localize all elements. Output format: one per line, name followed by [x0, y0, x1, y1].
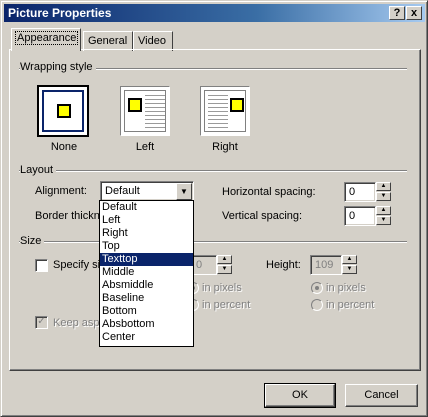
close-button[interactable]: x	[406, 6, 422, 20]
horizontal-spin-down[interactable]: ▼	[376, 192, 391, 201]
wrap-right-label[interactable]: Right	[200, 141, 250, 153]
keep-aspect-label: Keep aspe	[53, 317, 106, 329]
vertical-spacing-input[interactable]: 0	[344, 206, 376, 226]
wrap-left-preview	[124, 90, 166, 132]
border-thickness-label: Border thickne	[35, 210, 106, 222]
alignment-value: Default	[105, 185, 140, 197]
tab-general-label: General	[88, 35, 128, 47]
width-percent-label: in percent	[202, 299, 251, 311]
alignment-option-middle[interactable]: Middle	[100, 266, 193, 279]
height-spin-up[interactable]: ▲	[342, 255, 357, 264]
arrow-up-icon: ▲	[380, 183, 387, 189]
alignment-option-bottom[interactable]: Bottom	[100, 305, 193, 318]
vertical-spacing-label: Vertical spacing:	[222, 210, 303, 222]
picture-icon	[230, 98, 244, 112]
alignment-option-default[interactable]: Default	[100, 201, 193, 214]
horizontal-spin-up[interactable]: ▲	[376, 182, 391, 191]
width-pixels-label: in pixels	[202, 282, 242, 294]
arrow-down-icon: ▼	[380, 193, 387, 199]
layout-group-label: Layout	[20, 164, 57, 176]
keep-aspect-checkbox[interactable]: ✓	[35, 316, 48, 329]
ok-button[interactable]: OK	[264, 383, 336, 408]
wrap-left-label[interactable]: Left	[120, 141, 170, 153]
alignment-option-absmiddle[interactable]: Absmiddle	[100, 279, 193, 292]
width-spin-down[interactable]: ▼	[217, 265, 232, 274]
wrap-right-option[interactable]	[200, 86, 250, 136]
specify-size-checkbox[interactable]	[35, 259, 48, 272]
specify-size-label: Specify siz	[53, 259, 106, 271]
horizontal-spacing-label: Horizontal spacing:	[222, 186, 316, 198]
tab-appearance-label: Appearance	[14, 31, 79, 45]
size-divider	[19, 241, 407, 243]
width-spin-up[interactable]: ▲	[217, 255, 232, 264]
alignment-option-left[interactable]: Left	[100, 214, 193, 227]
vertical-spin-down[interactable]: ▼	[376, 216, 391, 225]
checkmark-icon: ✓	[37, 316, 46, 327]
arrow-up-icon: ▲	[346, 256, 353, 262]
close-icon: x	[410, 7, 418, 19]
alignment-option-center[interactable]: Center	[100, 331, 193, 344]
alignment-option-right[interactable]: Right	[100, 227, 193, 240]
help-icon: ?	[393, 7, 401, 19]
help-button[interactable]: ?	[389, 6, 405, 20]
chevron-down-icon: ▼	[180, 187, 188, 196]
picture-properties-dialog: Picture Properties ? x Appearance Genera…	[0, 0, 428, 417]
height-pixels-label: in pixels	[326, 282, 366, 294]
arrow-down-icon: ▼	[221, 266, 228, 272]
vertical-spin-up[interactable]: ▲	[376, 206, 391, 215]
alignment-dropdown-list: Default Left Right Top Texttop Middle Absmiddl…	[99, 200, 194, 347]
wrap-none-label[interactable]: None	[39, 141, 89, 153]
alignment-option-absbottom[interactable]: Absbottom	[100, 318, 193, 331]
width-input[interactable]: 0	[191, 255, 217, 275]
tab-appearance[interactable]: Appearance	[11, 28, 81, 51]
height-pixels-radio[interactable]	[311, 282, 323, 294]
alignment-option-top[interactable]: Top	[100, 240, 193, 253]
wrap-none-option[interactable]	[37, 85, 89, 137]
cancel-button[interactable]: Cancel	[345, 384, 418, 407]
dialog-title: Picture Properties	[8, 6, 112, 20]
title-bar[interactable]: Picture Properties ? x	[4, 4, 425, 22]
arrow-up-icon: ▲	[221, 256, 228, 262]
alignment-combobox[interactable]: Default ▼	[100, 181, 194, 201]
tab-video-label: Video	[138, 35, 166, 47]
height-percent-label: in percent	[326, 299, 375, 311]
height-percent-radio[interactable]	[311, 299, 323, 311]
height-spin-down[interactable]: ▼	[342, 265, 357, 274]
text-lines-icon	[208, 95, 228, 131]
horizontal-spacing-input[interactable]: 0	[344, 182, 376, 202]
wrap-right-preview	[204, 90, 246, 132]
picture-icon	[128, 98, 142, 112]
tab-general[interactable]: General	[83, 31, 133, 51]
arrow-up-icon: ▲	[380, 207, 387, 213]
layout-divider	[19, 170, 407, 172]
alignment-option-texttop[interactable]: Texttop	[100, 253, 193, 266]
wrap-left-option[interactable]	[120, 86, 170, 136]
picture-icon	[57, 104, 71, 118]
alignment-option-baseline[interactable]: Baseline	[100, 292, 193, 305]
arrow-down-icon: ▼	[380, 217, 387, 223]
tab-video[interactable]: Video	[133, 31, 173, 51]
arrow-down-icon: ▼	[346, 266, 353, 272]
alignment-label: Alignment:	[35, 185, 87, 197]
wrapping-group-label: Wrapping style	[20, 61, 96, 73]
alignment-dropdown-button[interactable]: ▼	[176, 183, 192, 200]
size-group-label: Size	[20, 235, 45, 247]
wrap-none-preview	[42, 90, 84, 132]
height-input[interactable]: 109	[310, 255, 342, 275]
height-label: Height:	[266, 259, 301, 271]
text-lines-icon	[145, 95, 165, 131]
